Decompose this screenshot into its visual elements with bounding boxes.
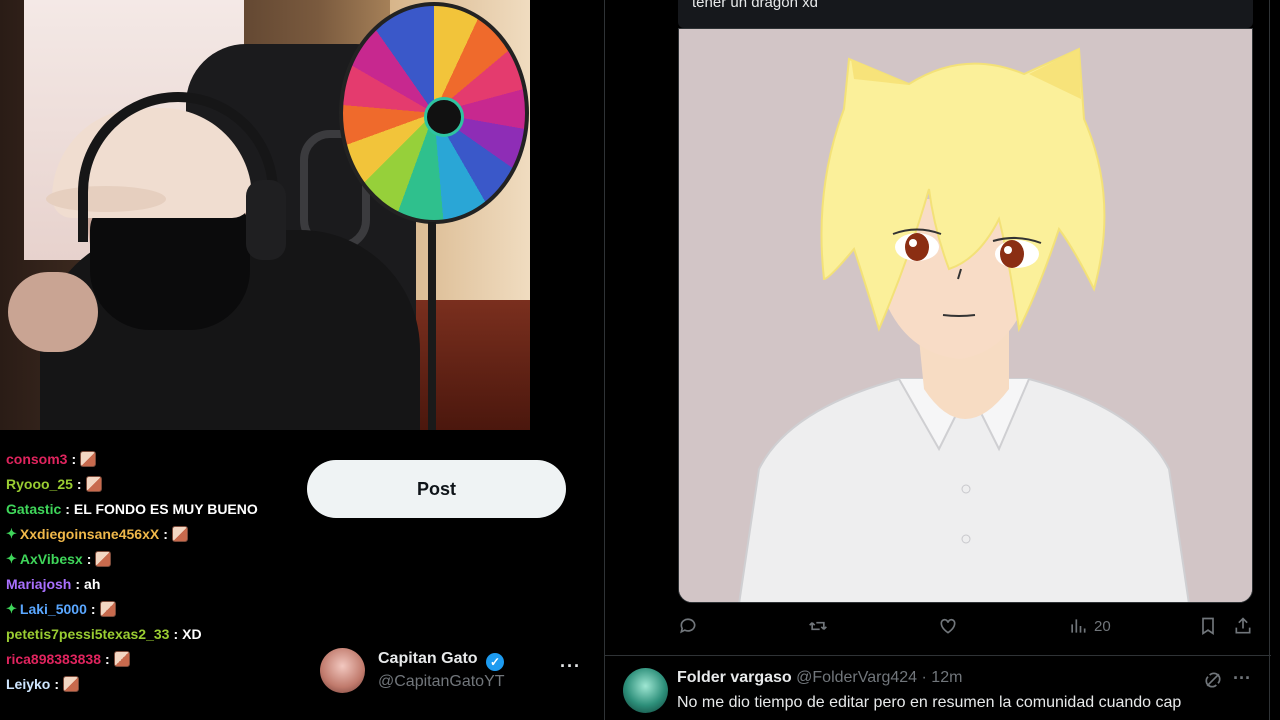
share-button[interactable]	[1233, 616, 1253, 636]
chat-emote-icon	[95, 550, 112, 567]
chat-emote-icon	[99, 600, 116, 617]
chat-username[interactable]: Ryooo_25	[6, 476, 73, 492]
account-more-icon[interactable]: ···	[560, 656, 581, 677]
chat-message: ✦ Laki_5000:	[0, 596, 300, 621]
chat-separator: :	[105, 650, 110, 667]
post-button[interactable]: Post	[307, 460, 566, 518]
views-button[interactable]: 20	[1068, 616, 1111, 636]
tweet-media-image[interactable]	[678, 28, 1253, 603]
chat-username[interactable]: consom3	[6, 451, 67, 467]
tweet-text: tener un dragon xd	[692, 0, 818, 11]
account-switcher[interactable]: Capitan Gato ✓ @CapitanGatoYT ···	[320, 646, 590, 696]
prize-wheel-hub	[424, 97, 464, 137]
account-avatar[interactable]	[320, 648, 365, 693]
prize-wheel-stand	[428, 222, 436, 430]
share-icon	[1235, 617, 1251, 634]
chat-message: Gatastic: EL FONDO ES MUY BUENO	[0, 496, 300, 521]
chat-emote-icon	[63, 675, 80, 692]
chat-separator: :	[86, 550, 92, 567]
reply-text: No me dio tiempo de editar pero en resum…	[677, 694, 1182, 711]
chat-separator: :	[71, 450, 77, 467]
reply-button[interactable]	[678, 616, 698, 636]
chat-separator: :	[54, 675, 60, 692]
chat-message: rica898383838:	[0, 646, 300, 671]
chat-separator: :	[173, 625, 179, 642]
verified-icon: ✓	[486, 653, 505, 671]
chat-username[interactable]: Laki_5000	[20, 601, 87, 617]
account-name: Capitan Gato	[378, 650, 478, 667]
chat-username[interactable]: AxVibesx	[20, 551, 83, 567]
chat-username[interactable]: Gatastic	[6, 501, 61, 517]
chat-separator: :	[65, 500, 70, 517]
reply-author-handle[interactable]: @FolderVarg424	[796, 669, 917, 686]
sub-badge-icon: ✦	[6, 600, 17, 616]
grok-icon[interactable]	[1203, 670, 1223, 690]
sub-badge-icon: ✦	[6, 550, 17, 566]
chat-separator: :	[75, 575, 81, 592]
reply-icon	[680, 618, 696, 634]
headset-earcup	[246, 180, 286, 260]
chat-message: ✦ Xxdiegoinsane456xX:	[0, 521, 300, 546]
stream-chat: consom3: Ryooo_25: Gatastic: EL FONDO ES MU…	[0, 446, 300, 696]
chat-message: Ryooo_25:	[0, 471, 300, 496]
chat-username[interactable]: rica898383838	[6, 651, 101, 667]
account-handle: @CapitanGatoYT	[378, 673, 505, 690]
chat-username[interactable]: Leiyko	[6, 676, 50, 692]
like-button[interactable]	[938, 616, 958, 636]
chat-separator: :	[90, 600, 96, 617]
like-icon	[940, 618, 956, 634]
streamer-hand	[8, 272, 98, 352]
anime-drawing	[679, 29, 1252, 602]
chat-text: XD	[182, 625, 202, 642]
reply-author-name[interactable]: Folder vargaso	[677, 669, 792, 686]
webcam-feed	[0, 0, 530, 430]
chat-username[interactable]: Mariajosh	[6, 576, 71, 592]
chat-message: ✦ AxVibesx:	[0, 546, 300, 571]
tweet-column: tener un dragon xd 20 Folder vargaso @Fo…	[604, 0, 1271, 720]
chat-text: EL FONDO ES MUY BUENO	[73, 500, 258, 517]
views-count: 20	[1094, 617, 1111, 635]
views-icon	[1071, 619, 1086, 633]
reply-more-icon[interactable]: ···	[1233, 668, 1251, 689]
retweet-icon	[809, 621, 827, 631]
tweet-action-bar: 20	[678, 616, 1253, 642]
chat-message: Mariajosh: ah	[0, 571, 300, 596]
sub-badge-icon: ✦	[6, 525, 17, 541]
reply-tweet[interactable]: Folder vargaso @FolderVarg424 · 12m ··· …	[605, 655, 1271, 720]
retweet-button[interactable]	[808, 616, 828, 636]
chat-emote-icon	[113, 650, 130, 667]
tweet-text-area: tener un dragon xd	[678, 0, 1253, 28]
reply-meta: Folder vargaso @FolderVarg424 · 12m	[677, 669, 962, 687]
chat-emote-icon	[80, 450, 97, 467]
chat-emote-icon	[171, 525, 188, 542]
chat-username[interactable]: petetis7pessi5texas2_33	[6, 626, 169, 642]
chat-message: Leiyko:	[0, 671, 300, 696]
reply-timestamp[interactable]: · 12m	[922, 669, 963, 686]
chat-separator: :	[76, 475, 82, 492]
chat-separator: :	[163, 525, 168, 542]
chat-message: consom3:	[0, 446, 300, 471]
chat-message: petetis7pessi5texas2_33: XD	[0, 621, 300, 646]
reply-avatar[interactable]	[623, 668, 668, 713]
account-name-row: Capitan Gato ✓	[378, 650, 505, 671]
bookmark-icon	[1202, 617, 1214, 636]
chat-text: ah	[84, 575, 101, 592]
chat-username[interactable]: Xxdiegoinsane456xX	[20, 526, 159, 542]
bookmark-button[interactable]	[1198, 616, 1218, 636]
chat-emote-icon	[85, 475, 102, 492]
